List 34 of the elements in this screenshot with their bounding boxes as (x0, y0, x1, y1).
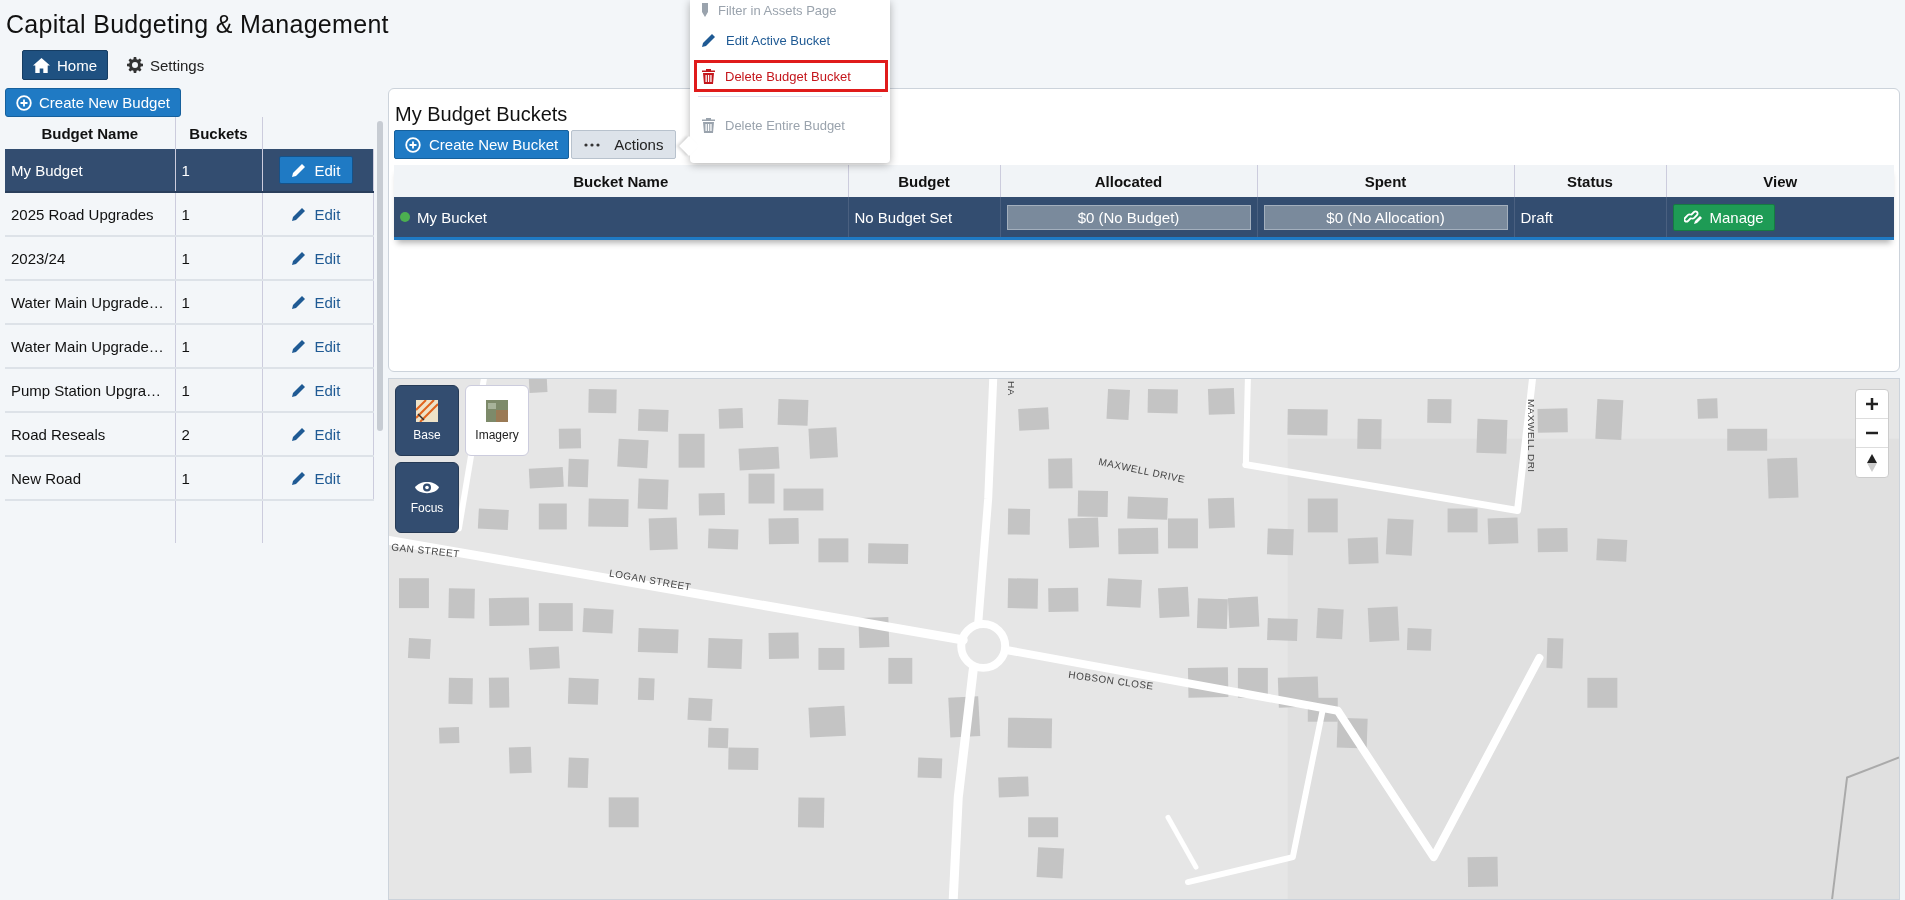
column-header: Budget (848, 165, 1000, 197)
table-cell: 2 (175, 412, 262, 456)
table-cell: 2025 Road Upgrades (5, 192, 175, 236)
table-cell: Water Main Upgrade… (5, 280, 175, 324)
bucket-name: My Bucket (417, 208, 488, 226)
column-header: View (1666, 165, 1894, 197)
table-cell: New Road (5, 456, 175, 500)
column-header: Status (1514, 165, 1666, 197)
table-cell: No Budget Set (848, 197, 1000, 239)
table-cell: 1 (175, 192, 262, 236)
table-cell: 1 (175, 280, 262, 324)
allocated-bar: $0 (No Budget) (1006, 204, 1251, 230)
app-title: Capital Budgeting & Management (6, 10, 389, 39)
table-cell: 1 (175, 149, 262, 192)
table-cell: Water Main Upgrade… (5, 324, 175, 368)
panel-title: My Budget Buckets (395, 103, 568, 126)
table-cell: 1 (175, 456, 262, 500)
column-header: Bucket Name (394, 165, 848, 197)
table-cell: Pump Station Upgra… (5, 368, 175, 412)
table-cell: 1 (175, 368, 262, 412)
table-cell: 2023/24 (5, 236, 175, 280)
column-header: Spent (1257, 165, 1514, 197)
street-label: MAXWELL DRI (1525, 398, 1537, 473)
spent-bar: $0 (No Allocation) (1263, 204, 1508, 230)
table-cell: Road Reseals (5, 412, 175, 456)
street-label: LOGAN STREET (608, 567, 693, 593)
street-label: HOBSON CLOSE (1067, 668, 1155, 692)
table-cell: My Budget (5, 149, 175, 192)
table-cell: 1 (175, 324, 262, 368)
table-cell: 1 (175, 236, 262, 280)
street-label: GAN STREET (390, 541, 461, 560)
street-label: HA (1006, 381, 1018, 396)
table-cell: Draft (1514, 197, 1666, 239)
column-header: Allocated (1000, 165, 1257, 197)
